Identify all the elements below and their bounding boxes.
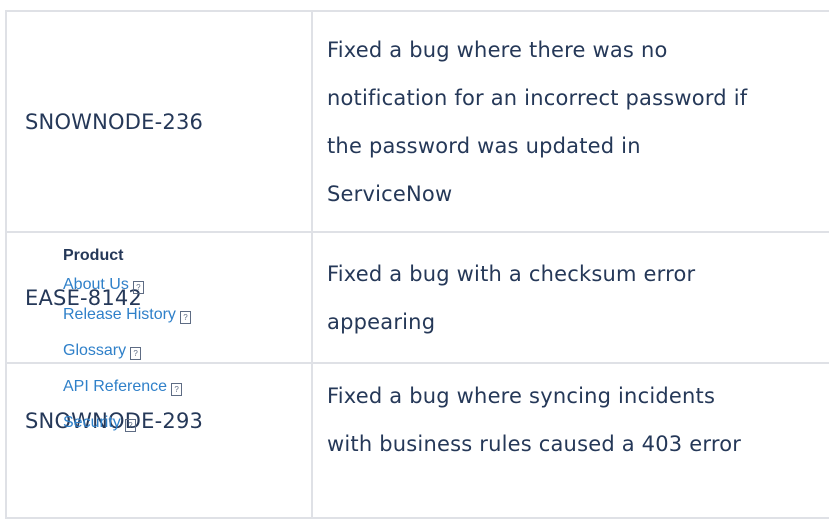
- issue-description: Fixed a bug where syncing incidents with…: [311, 362, 829, 519]
- description-line: notification for an incorrect password i…: [327, 85, 748, 110]
- link-label: Release History: [63, 306, 176, 323]
- external-link-icon: ?: [179, 311, 191, 324]
- about-us-link[interactable]: About Us?: [63, 272, 191, 302]
- link-label: API Reference: [63, 378, 168, 395]
- external-link-icon: ?: [171, 383, 183, 396]
- description-line: Fixed a bug where syncing incidents: [327, 384, 716, 408]
- link-label: Security: [63, 414, 121, 431]
- issue-description: Fixed a bug where there was no notificat…: [311, 10, 829, 233]
- description-line: Fixed a bug with a checksum error: [327, 261, 696, 286]
- table-row: SNOWNODE-236 Fixed a bug where there was…: [5, 10, 829, 233]
- description-line: appearing: [327, 309, 436, 334]
- description-line: the password was updated in: [327, 133, 641, 158]
- glossary-link[interactable]: Glossary?: [63, 338, 191, 374]
- issue-key: SNOWNODE-236: [5, 10, 313, 233]
- release-history-link[interactable]: Release History?: [63, 302, 191, 338]
- footer-heading: Product: [63, 247, 124, 264]
- footer-product-links: Product About Us? Release History? Gloss…: [63, 244, 191, 446]
- external-link-icon: ?: [124, 419, 136, 432]
- link-label: Glossary: [63, 342, 127, 359]
- external-link-icon: ?: [132, 281, 144, 294]
- issue-description: Fixed a bug with a checksum error appear…: [311, 231, 829, 364]
- api-reference-link[interactable]: API Reference?: [63, 374, 191, 410]
- link-label: About Us: [63, 276, 129, 293]
- description-line: with business rules caused a 403 error: [327, 432, 742, 456]
- description-line: ServiceNow: [327, 181, 453, 206]
- security-link[interactable]: Security?: [63, 410, 191, 446]
- description-line: Fixed a bug where there was no: [327, 37, 668, 62]
- external-link-icon: ?: [130, 347, 142, 360]
